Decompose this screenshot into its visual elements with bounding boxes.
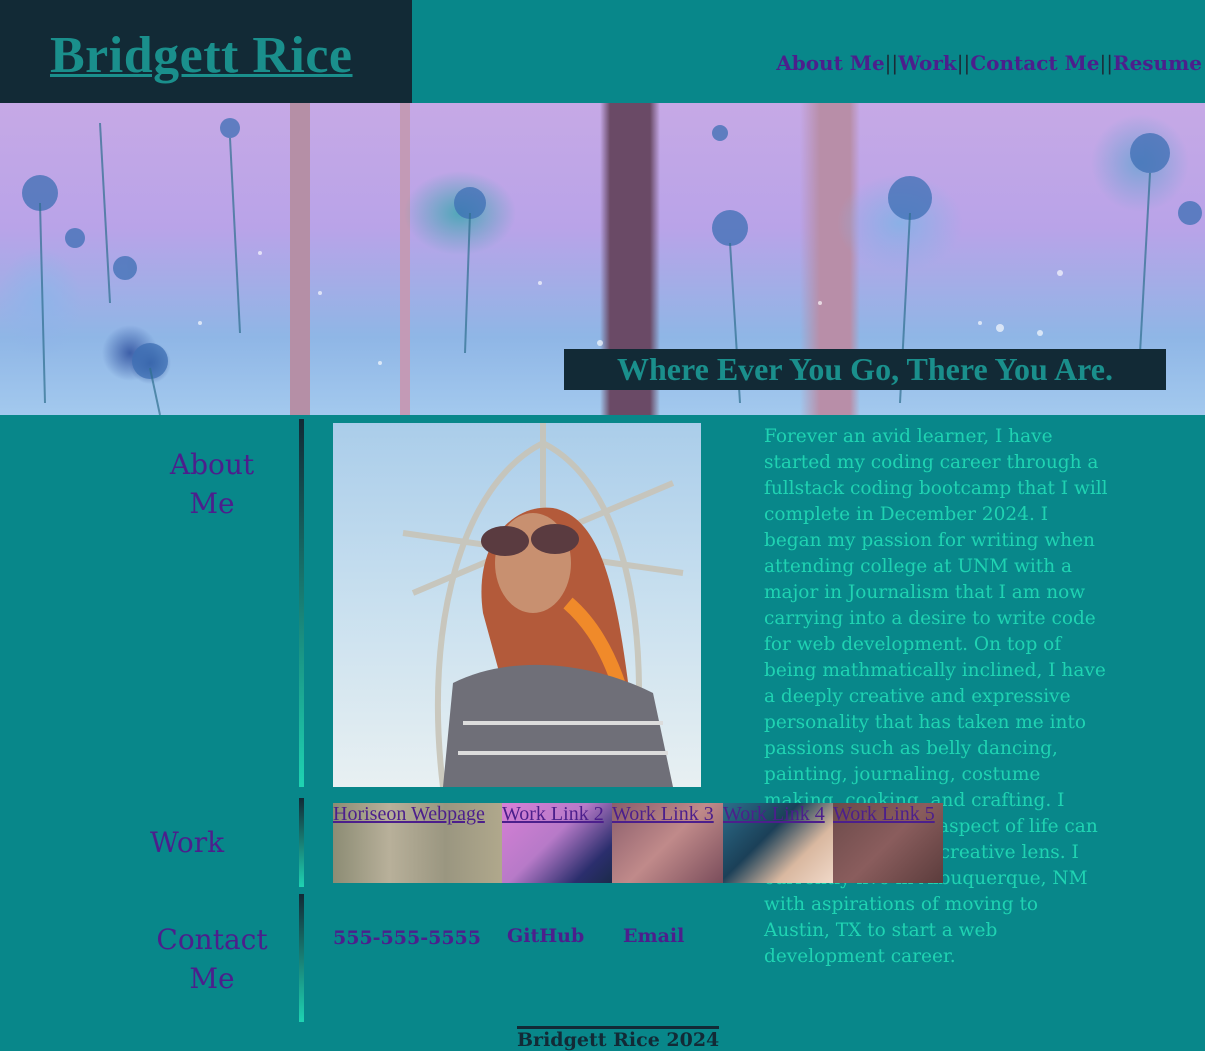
about-paragraph: Forever an avid learner, I have started … bbox=[764, 426, 1108, 967]
work-link-3[interactable]: Work Link 3 bbox=[612, 803, 723, 883]
about-divider bbox=[299, 419, 304, 787]
nav-about-me[interactable]: About Me bbox=[776, 51, 884, 75]
work-link-horiseon[interactable]: Horiseon Webpage bbox=[333, 803, 502, 883]
contact-heading-line1: Contact bbox=[156, 923, 268, 956]
work-link-label: Work Link 3 bbox=[612, 803, 714, 825]
work-link-4[interactable]: Work Link 4 bbox=[723, 803, 833, 883]
about-heading-line1: About bbox=[169, 448, 255, 481]
work-link-label: Work Link 5 bbox=[833, 803, 935, 825]
contact-heading-line2: Me bbox=[189, 962, 235, 995]
contact-phone[interactable]: 555-555-5555 bbox=[333, 927, 481, 949]
work-link-2[interactable]: Work Link 2 bbox=[502, 803, 612, 883]
contact-divider bbox=[299, 894, 304, 1022]
nav-separator: || bbox=[1099, 51, 1113, 75]
nav-contact-me[interactable]: Contact Me bbox=[970, 51, 1099, 75]
nav-work[interactable]: Work bbox=[898, 51, 957, 75]
contact-email-link[interactable]: Email bbox=[623, 925, 684, 947]
contact-heading: Contact Me bbox=[150, 920, 274, 998]
site-footer: Bridgett Rice 2024 bbox=[517, 1026, 720, 1051]
work-link-5[interactable]: Work Link 5 bbox=[833, 803, 943, 883]
profile-photo-illustration bbox=[402, 423, 684, 787]
site-logo-link[interactable]: Bridgett Rice bbox=[50, 26, 353, 85]
work-heading: Work bbox=[149, 826, 225, 859]
nav-resume[interactable]: Resume bbox=[1113, 51, 1202, 75]
tagline-banner: Where Ever You Go, There You Are. bbox=[564, 349, 1166, 390]
profile-photo bbox=[333, 423, 701, 787]
work-link-label: Work Link 2 bbox=[502, 803, 604, 825]
tagline-text: Where Ever You Go, There You Are. bbox=[617, 351, 1113, 387]
nav-separator: || bbox=[956, 51, 971, 75]
main-nav: About Me||Work||Contact Me||Resume bbox=[776, 51, 1202, 75]
work-link-label: Horiseon Webpage bbox=[333, 803, 485, 825]
logo-container: Bridgett Rice bbox=[0, 0, 412, 103]
contact-github-link[interactable]: GitHub bbox=[507, 925, 584, 947]
work-link-label: Work Link 4 bbox=[723, 803, 825, 825]
about-heading: About Me bbox=[160, 445, 264, 523]
site-header: Bridgett Rice About Me||Work||Contact Me… bbox=[0, 0, 1205, 103]
nav-separator: || bbox=[884, 51, 899, 75]
about-heading-line2: Me bbox=[189, 487, 235, 520]
work-divider bbox=[299, 798, 304, 887]
